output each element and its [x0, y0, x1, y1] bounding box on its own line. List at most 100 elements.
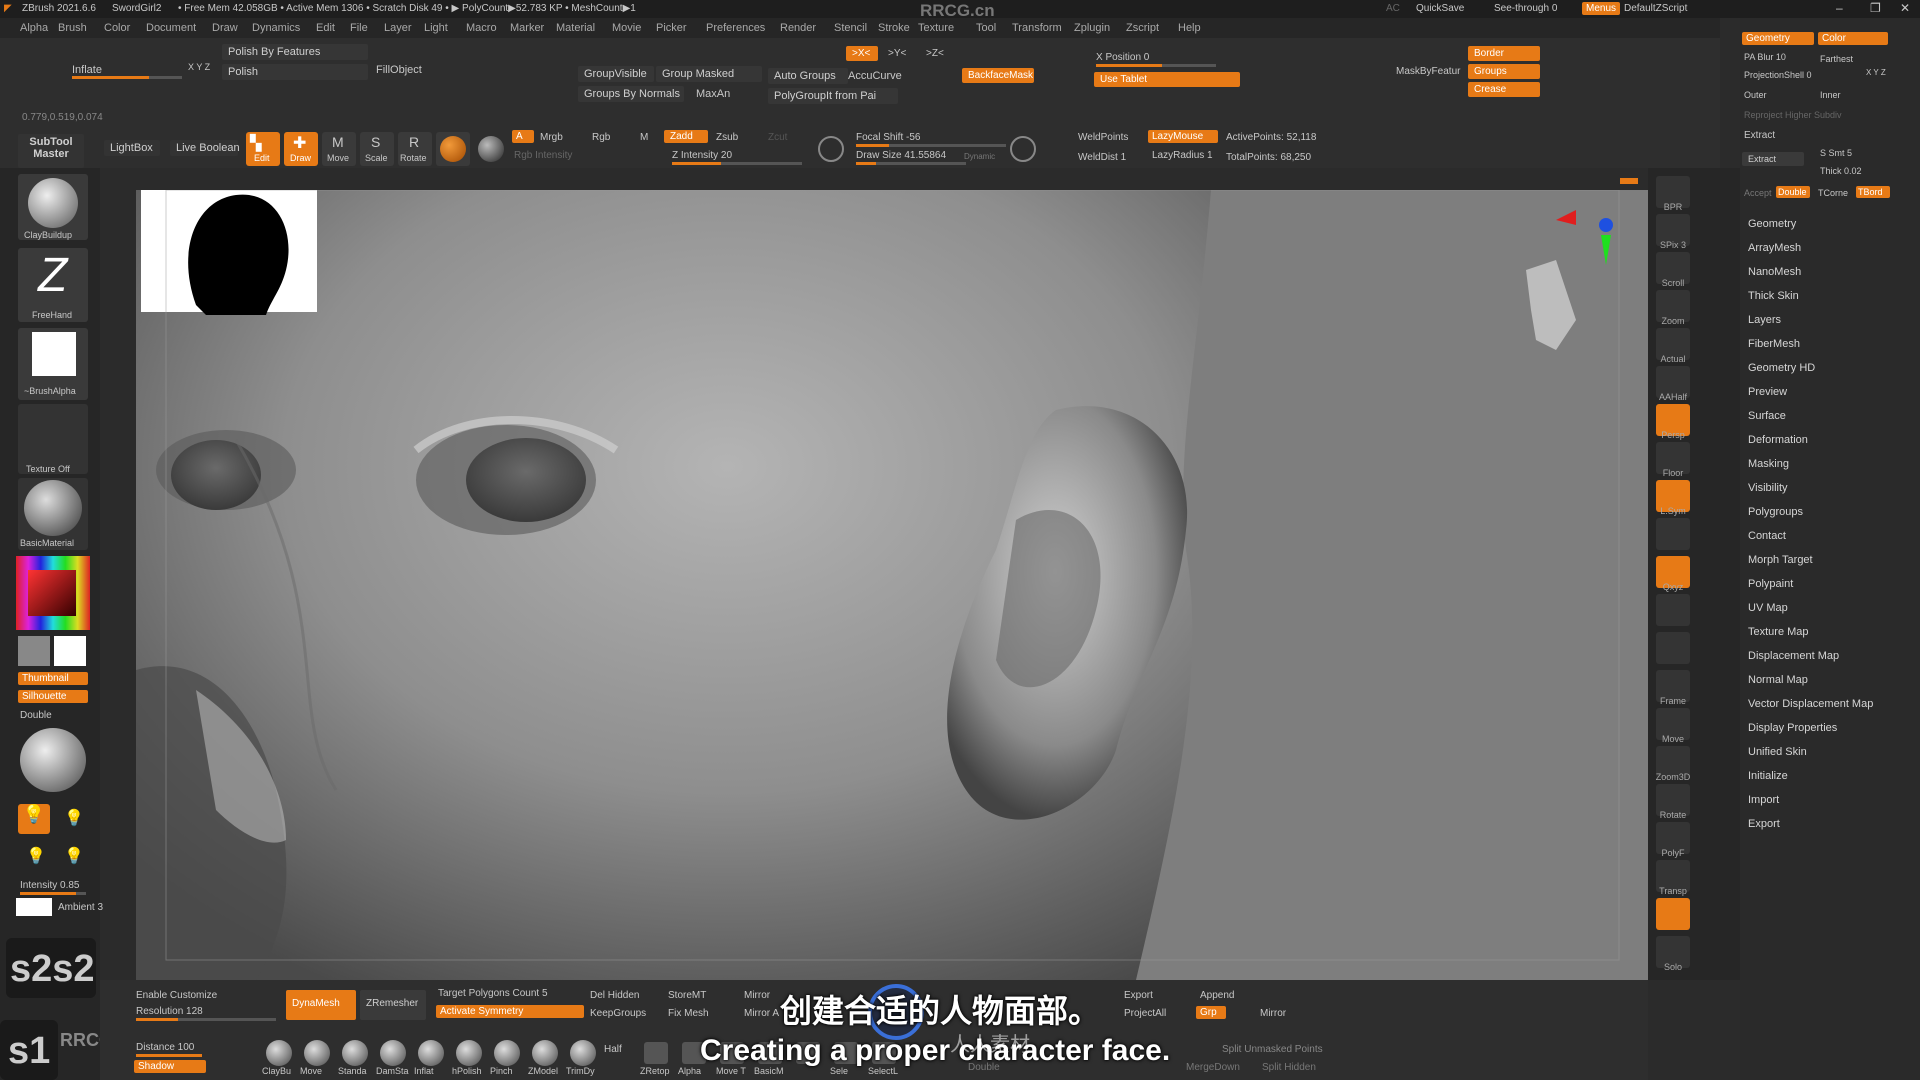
- brush-trimdy-icon[interactable]: [570, 1040, 596, 1066]
- brush-hpolish-icon[interactable]: [456, 1040, 482, 1066]
- crease-button[interactable]: Crease: [1468, 82, 1540, 97]
- menu-dynamics[interactable]: Dynamics: [252, 22, 300, 34]
- tool-menu-displacement-map[interactable]: Displacement Map: [1748, 650, 1839, 662]
- activate-symmetry-button[interactable]: Activate Symmetry: [436, 1005, 584, 1018]
- tool-menu-masking[interactable]: Masking: [1748, 458, 1789, 470]
- zremesher-button[interactable]: ZRemesher: [360, 990, 426, 1020]
- maxangle-slider[interactable]: MaxAn: [696, 88, 730, 100]
- color-picker[interactable]: [16, 556, 90, 630]
- draw-button[interactable]: ✚ Draw: [284, 132, 318, 166]
- menu-zplugin[interactable]: Zplugin: [1074, 22, 1110, 34]
- dynamesh-button[interactable]: DynaMesh: [286, 990, 356, 1020]
- export-button[interactable]: Export: [1124, 990, 1153, 1001]
- weld-dist-slider[interactable]: WeldDist 1: [1078, 152, 1126, 163]
- fill-object-button[interactable]: FillObject: [376, 64, 422, 76]
- a-toggle[interactable]: A: [512, 130, 534, 143]
- alpha-selector[interactable]: ~BrushAlpha: [18, 328, 88, 400]
- menu-stroke[interactable]: Stroke: [878, 22, 910, 34]
- x-position-slider[interactable]: X Position 0: [1096, 52, 1149, 63]
- menu-edit[interactable]: Edit: [316, 22, 335, 34]
- rgb-toggle[interactable]: Rgb: [592, 132, 610, 143]
- texture-selector[interactable]: Texture Off: [18, 404, 88, 474]
- symmetry-z-button[interactable]: >Z<: [926, 48, 944, 59]
- menu-material[interactable]: Material: [556, 22, 595, 34]
- brush-zmodel-icon[interactable]: [532, 1040, 558, 1066]
- mirror-subtool-button[interactable]: Mirror: [1260, 1008, 1286, 1019]
- border-button[interactable]: Border: [1468, 46, 1540, 61]
- tbord-toggle[interactable]: TBord: [1856, 186, 1890, 198]
- reproject-button[interactable]: Reproject Higher Subdiv: [1744, 110, 1842, 120]
- menus-toggle[interactable]: Menus: [1582, 2, 1621, 15]
- draw-dynamic-icon[interactable]: [1010, 136, 1036, 162]
- shelf-slot-19-button[interactable]: [1656, 898, 1690, 930]
- mrgb-toggle[interactable]: Mrgb: [540, 132, 563, 143]
- color-tab[interactable]: Color: [1818, 32, 1888, 45]
- distance-track[interactable]: [136, 1054, 202, 1057]
- brush-claybu-icon[interactable]: [266, 1040, 292, 1066]
- tool-menu-contact[interactable]: Contact: [1748, 530, 1786, 542]
- material-selector[interactable]: BasicMaterial: [18, 478, 88, 550]
- menu-marker[interactable]: Marker: [510, 22, 544, 34]
- target-polygons-slider[interactable]: Target Polygons Count 5: [438, 988, 548, 999]
- lightbox-button[interactable]: LightBox: [104, 140, 160, 156]
- split-hidden-button[interactable]: Split Hidden: [1262, 1062, 1316, 1073]
- mirror-button[interactable]: Mirror: [744, 990, 770, 1001]
- tool-menu-preview[interactable]: Preview: [1748, 386, 1787, 398]
- live-boolean-button[interactable]: Live Boolean: [170, 140, 240, 156]
- tool-menu-layers[interactable]: Layers: [1748, 314, 1781, 326]
- menu-render[interactable]: Render: [780, 22, 816, 34]
- polish-slider[interactable]: Polish: [222, 64, 368, 80]
- tool-menu-nanomesh[interactable]: NanoMesh: [1748, 266, 1801, 278]
- menu-document[interactable]: Document: [146, 22, 196, 34]
- brush-move-icon[interactable]: [304, 1040, 330, 1066]
- menu-stencil[interactable]: Stencil: [834, 22, 867, 34]
- store-mt-button[interactable]: StoreMT: [668, 990, 706, 1001]
- double-toggle[interactable]: Double: [1776, 186, 1810, 198]
- project-all-button[interactable]: ProjectAll: [1124, 1008, 1166, 1019]
- menu-help[interactable]: Help: [1178, 22, 1201, 34]
- zcut-toggle[interactable]: Zcut: [768, 132, 787, 143]
- shelf-slot-11-button[interactable]: [1656, 594, 1690, 626]
- scale-button[interactable]: S Scale: [360, 132, 394, 166]
- symmetry-x-button[interactable]: >X<: [846, 46, 878, 61]
- default-zscript-button[interactable]: DefaultZScript: [1624, 3, 1687, 14]
- subtool-master-button[interactable]: SubTool Master: [18, 134, 84, 168]
- z-intensity-slider[interactable]: Z Intensity 20: [672, 150, 732, 161]
- menu-texture[interactable]: Texture: [918, 22, 954, 34]
- group-masked-button[interactable]: Group Masked: [656, 66, 762, 82]
- use-tablet-button[interactable]: Use Tablet: [1094, 72, 1240, 87]
- resolution-track[interactable]: [136, 1018, 276, 1021]
- draw-size-track[interactable]: [856, 162, 966, 165]
- mirror-and-weld-button[interactable]: Mirror A: [744, 1008, 779, 1019]
- s-smt-slider[interactable]: S Smt 5: [1820, 148, 1852, 158]
- intensity-track[interactable]: [20, 892, 86, 895]
- tool-menu-import[interactable]: Import: [1748, 794, 1779, 806]
- append-button[interactable]: Append: [1200, 990, 1234, 1001]
- tool-menu-arraymesh[interactable]: ArrayMesh: [1748, 242, 1801, 254]
- z-intensity-track[interactable]: [672, 162, 802, 165]
- inner-toggle[interactable]: Inner: [1820, 90, 1841, 100]
- menu-picker[interactable]: Picker: [656, 22, 687, 34]
- tool-menu-export[interactable]: Export: [1748, 818, 1780, 830]
- shelf-slot-9-button[interactable]: [1656, 518, 1690, 550]
- brush-inflat-icon[interactable]: [418, 1040, 444, 1066]
- inflate-slider[interactable]: Inflate: [72, 64, 102, 76]
- split-unmasked-button[interactable]: Split Unmasked Points: [1222, 1044, 1323, 1055]
- weld-points-toggle[interactable]: WeldPoints: [1078, 132, 1128, 143]
- draw-size-slider[interactable]: Draw Size 41.55864: [856, 150, 946, 161]
- inflate-slider-track[interactable]: [72, 76, 182, 79]
- tool-menu-normal-map[interactable]: Normal Map: [1748, 674, 1808, 686]
- ambient-slider[interactable]: Ambient 3: [58, 902, 103, 913]
- menu-preferences[interactable]: Preferences: [706, 22, 765, 34]
- brush-standa-icon[interactable]: [342, 1040, 368, 1066]
- light-bulb-icon[interactable]: 💡: [18, 804, 50, 834]
- shelf-slot-12-button[interactable]: [1656, 632, 1690, 664]
- main-color-swatch[interactable]: [18, 636, 50, 666]
- light-sphere-icon[interactable]: [20, 728, 86, 792]
- tool-menu-polygroups[interactable]: Polygroups: [1748, 506, 1803, 518]
- polish-by-features-button[interactable]: Polish By Features: [222, 44, 368, 60]
- farthest-toggle[interactable]: Farthest: [1820, 54, 1853, 64]
- tool-menu-surface[interactable]: Surface: [1748, 410, 1786, 422]
- menu-tool[interactable]: Tool: [976, 22, 996, 34]
- tool-menu-geometry[interactable]: Geometry: [1748, 218, 1796, 230]
